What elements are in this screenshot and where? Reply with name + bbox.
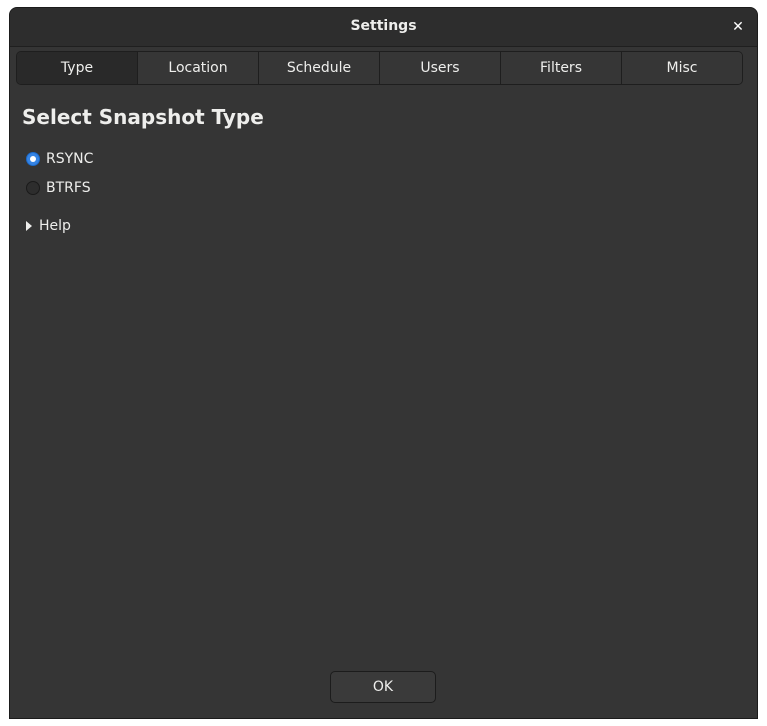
window-title: Settings	[350, 18, 417, 34]
btrfs-option[interactable]: BTRFS	[26, 180, 91, 196]
close-button[interactable]: ✕	[727, 16, 749, 38]
rsync-option[interactable]: RSYNC	[26, 151, 93, 167]
tab-location[interactable]: Location	[138, 52, 259, 84]
help-label: Help	[39, 218, 71, 234]
tab-type[interactable]: Type	[17, 52, 138, 84]
tab-bar: Type Location Schedule Users Filters Mis…	[16, 51, 743, 85]
title-bar: Settings ✕	[10, 8, 757, 47]
rsync-label: RSYNC	[46, 151, 94, 167]
rsync-radio[interactable]	[26, 152, 40, 166]
tab-schedule[interactable]: Schedule	[259, 52, 380, 84]
tab-filters[interactable]: Filters	[501, 52, 622, 84]
btrfs-label: BTRFS	[46, 180, 91, 196]
ok-button[interactable]: OK	[330, 671, 436, 703]
tab-users[interactable]: Users	[380, 52, 501, 84]
btrfs-radio[interactable]	[26, 181, 40, 195]
settings-dialog: Settings ✕ Type Location Schedule Users …	[9, 7, 758, 719]
expand-arrow-icon	[26, 221, 32, 231]
close-icon: ✕	[732, 19, 744, 35]
section-heading: Select Snapshot Type	[22, 105, 264, 129]
tab-misc[interactable]: Misc	[622, 52, 742, 84]
help-expander[interactable]: Help	[26, 218, 71, 234]
